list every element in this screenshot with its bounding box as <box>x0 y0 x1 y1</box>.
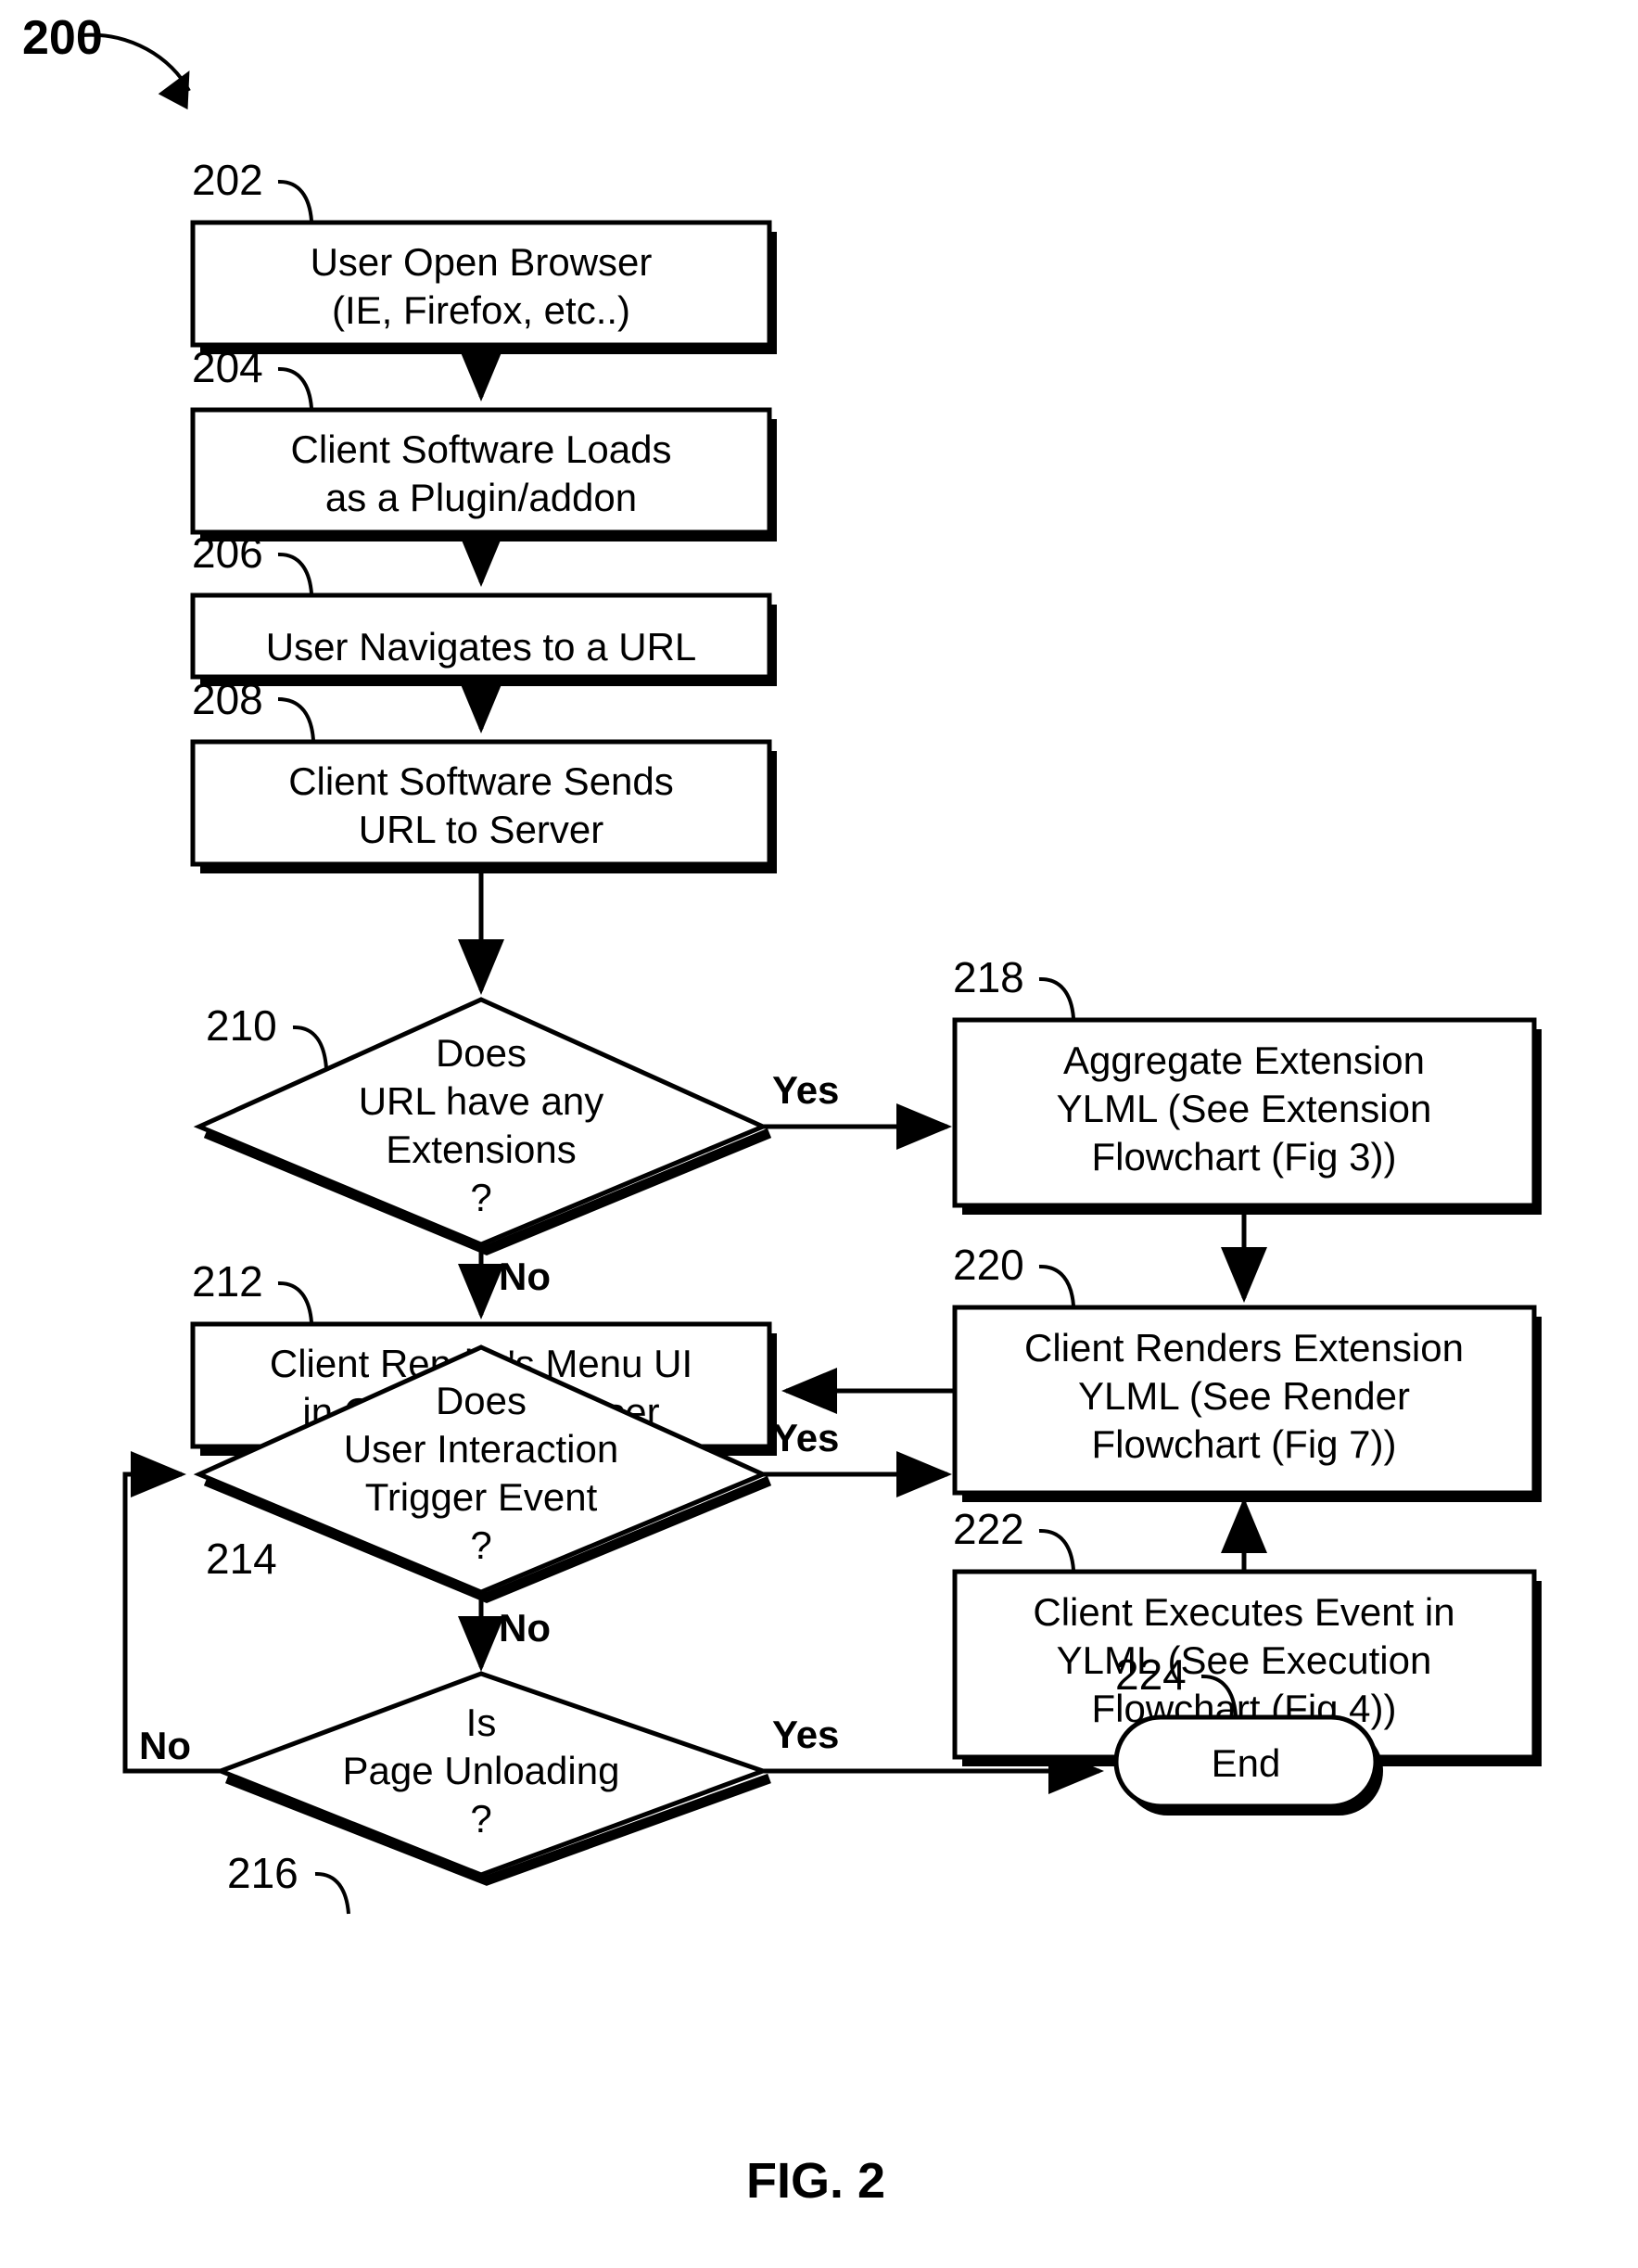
node-210-line3: Extensions <box>386 1128 576 1171</box>
node-220-line3: Flowchart (Fig 7)) <box>1091 1422 1396 1466</box>
ref-208: 208 <box>192 675 263 723</box>
ref-214: 214 <box>206 1535 277 1583</box>
node-208-line2: URL to Server <box>359 808 604 851</box>
node-210-line4: ? <box>470 1176 491 1219</box>
node-216-line3: ? <box>470 1797 491 1841</box>
node-218-line1: Aggregate Extension <box>1063 1038 1425 1082</box>
ref-202: 202 <box>192 156 263 204</box>
figure-caption: FIG. 2 <box>746 2153 885 2209</box>
edge-label-no-214: No <box>499 1606 551 1650</box>
ref-212: 212 <box>192 1257 263 1306</box>
ref-218: 218 <box>953 953 1024 1001</box>
node-214-line2: User Interaction <box>344 1427 618 1471</box>
figure-number-200: 200 <box>22 11 103 65</box>
node-202-line1: User Open Browser <box>311 240 653 284</box>
ref-212-leader <box>277 1281 313 1323</box>
node-220-line1: Client Renders Extension <box>1024 1326 1464 1370</box>
node-216-line2: Page Unloading <box>343 1749 620 1792</box>
ref-206: 206 <box>192 529 263 577</box>
node-210: Does URL have any Extensions ? <box>193 997 772 1255</box>
node-216-line1: Is <box>466 1701 497 1744</box>
ref-218-leader <box>1038 976 1075 1019</box>
node-214-line3: Trigger Event <box>365 1475 598 1519</box>
ref-216-leader <box>314 1871 350 1915</box>
node-214-line4: ? <box>470 1523 491 1567</box>
node-202: User Open Browser (IE, Firefox, etc..) <box>190 220 777 354</box>
node-220: Client Renders Extension YLML (See Rende… <box>952 1305 1542 1502</box>
node-222-line1: Client Executes Event in <box>1033 1590 1454 1634</box>
flowchart-diagram: 200 User Open Browser (IE, Firefox, etc.… <box>22 11 1542 2209</box>
edge-label-no-210: No <box>499 1255 551 1298</box>
node-204: Client Software Loads as a Plugin/addon <box>190 407 777 542</box>
node-204-line1: Client Software Loads <box>291 427 672 471</box>
ref-210: 210 <box>206 1001 277 1050</box>
node-224-label: End <box>1212 1741 1281 1785</box>
node-214-line1: Does <box>436 1379 527 1422</box>
ref-216: 216 <box>227 1849 298 1897</box>
ref-224: 224 <box>1115 1650 1187 1699</box>
ref-210-leader <box>292 1025 328 1069</box>
ref-204: 204 <box>192 343 263 391</box>
ref-222: 222 <box>953 1505 1024 1553</box>
node-224: End <box>1113 1714 1383 1816</box>
node-218: Aggregate Extension YLML (See Extension … <box>952 1017 1542 1215</box>
ref-222-leader <box>1038 1528 1075 1571</box>
node-204-line2: as a Plugin/addon <box>325 476 637 519</box>
ref-204-leader <box>277 366 313 409</box>
node-202-line2: (IE, Firefox, etc..) <box>332 288 630 332</box>
node-208-line1: Client Software Sends <box>288 759 674 803</box>
edge-label-no-216: No <box>139 1724 191 1767</box>
edge-label-yes-210: Yes <box>772 1068 839 1112</box>
node-222-line2: YLML (See Execution <box>1057 1638 1432 1682</box>
ref-220: 220 <box>953 1241 1024 1289</box>
patent-figure-page: 200 User Open Browser (IE, Firefox, etc.… <box>0 0 1638 2268</box>
node-206-line1: User Navigates to a URL <box>266 625 697 669</box>
figure-200-arrowhead <box>158 70 190 110</box>
node-206: User Navigates to a URL <box>190 592 777 686</box>
node-218-line2: YLML (See Extension <box>1057 1087 1432 1130</box>
node-208: Client Software Sends URL to Server <box>190 739 777 873</box>
node-218-line3: Flowchart (Fig 3)) <box>1091 1135 1396 1179</box>
node-210-line1: Does <box>436 1031 527 1075</box>
edge-label-yes-216: Yes <box>772 1713 839 1756</box>
edge-label-yes-214: Yes <box>772 1416 839 1459</box>
node-220-line2: YLML (See Render <box>1078 1374 1410 1418</box>
ref-208-leader <box>277 697 315 741</box>
ref-206-leader <box>277 552 313 594</box>
ref-220-leader <box>1038 1264 1075 1306</box>
ref-202-leader <box>277 179 313 222</box>
node-210-line2: URL have any <box>359 1079 604 1123</box>
node-216: Is Page Unloading ? <box>214 1671 771 1886</box>
